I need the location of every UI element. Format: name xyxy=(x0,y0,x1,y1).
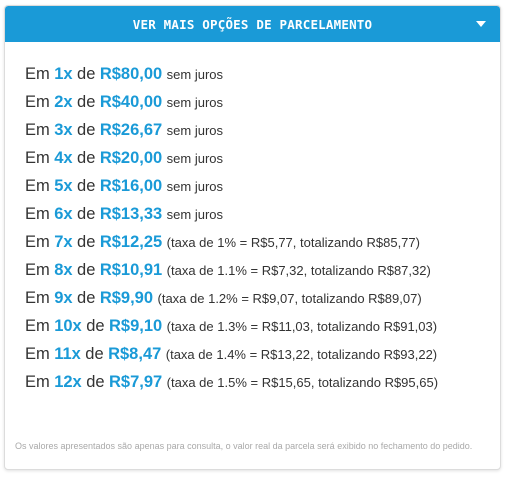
installment-of: de xyxy=(85,345,104,363)
installment-details: sem juros xyxy=(166,123,224,138)
installment-of: de xyxy=(77,93,96,111)
installment-row-3x: Em 3x de R$26,67 sem juros xyxy=(25,116,500,144)
installment-count: 4x xyxy=(54,149,73,167)
installment-details: sem juros xyxy=(166,151,224,166)
installment-row-10x: Em 10x de R$9,10 (taxa de 1.3% = R$11,03… xyxy=(25,312,500,340)
installment-details: (taxa de 1% = R$5,77, totalizando R$85,7… xyxy=(166,235,420,250)
installment-of: de xyxy=(77,289,96,307)
installment-prefix: Em xyxy=(25,345,50,363)
installment-amount: R$10,91 xyxy=(99,261,163,279)
installment-prefix: Em xyxy=(25,373,50,391)
installments-toggle-title: VER MAIS OPÇÕES DE PARCELAMENTO xyxy=(132,16,373,32)
installment-amount: R$16,00 xyxy=(99,177,163,195)
installment-details: sem juros xyxy=(166,207,224,222)
caret-down-icon xyxy=(476,21,486,27)
installment-details: sem juros xyxy=(166,67,224,82)
installments-toggle-header[interactable]: VER MAIS OPÇÕES DE PARCELAMENTO xyxy=(5,6,500,42)
installment-amount: R$26,67 xyxy=(99,121,163,139)
installment-prefix: Em xyxy=(25,289,50,307)
installment-row-5x: Em 5x de R$16,00 sem juros xyxy=(25,172,500,200)
installment-prefix: Em xyxy=(25,149,50,167)
installment-of: de xyxy=(77,65,96,83)
installment-of: de xyxy=(77,261,96,279)
installment-prefix: Em xyxy=(25,65,50,83)
installment-prefix: Em xyxy=(25,177,50,195)
installment-count: 6x xyxy=(54,205,73,223)
installment-row-6x: Em 6x de R$13,33 sem juros xyxy=(25,200,500,228)
installment-of: de xyxy=(77,177,96,195)
installment-count: 11x xyxy=(54,345,81,363)
installment-amount: R$20,00 xyxy=(99,149,163,167)
installment-details: sem juros xyxy=(166,179,224,194)
installment-count: 7x xyxy=(54,233,73,251)
installment-count: 2x xyxy=(54,93,73,111)
installment-amount: R$12,25 xyxy=(99,233,163,251)
installment-prefix: Em xyxy=(25,261,50,279)
disclaimer-text: Os valores apresentados são apenas para … xyxy=(15,441,473,451)
installment-of: de xyxy=(77,205,96,223)
installment-details: (taxa de 1.4% = R$13,22, totalizando R$9… xyxy=(165,347,438,362)
installment-amount: R$8,47 xyxy=(108,345,162,363)
installment-prefix: Em xyxy=(25,233,50,251)
installment-prefix: Em xyxy=(25,205,50,223)
installment-amount: R$9,10 xyxy=(109,317,163,335)
installments-panel: VER MAIS OPÇÕES DE PARCELAMENTO Em 1x de… xyxy=(4,5,501,470)
installment-prefix: Em xyxy=(25,121,50,139)
installment-row-8x: Em 8x de R$10,91 (taxa de 1.1% = R$7,32,… xyxy=(25,256,500,284)
installment-of: de xyxy=(77,121,96,139)
installment-count: 3x xyxy=(54,121,73,139)
installment-row-12x: Em 12x de R$7,97 (taxa de 1.5% = R$15,65… xyxy=(25,368,500,396)
installment-row-7x: Em 7x de R$12,25 (taxa de 1% = R$5,77, t… xyxy=(25,228,500,256)
installment-row-4x: Em 4x de R$20,00 sem juros xyxy=(25,144,500,172)
installment-list: Em 1x de R$80,00 sem juros Em 2x de R$40… xyxy=(5,42,500,396)
installment-row-11x: Em 11x de R$8,47 (taxa de 1.4% = R$13,22… xyxy=(25,340,500,368)
installment-count: 12x xyxy=(54,373,82,391)
installment-prefix: Em xyxy=(25,93,50,111)
installment-row-1x: Em 1x de R$80,00 sem juros xyxy=(25,60,500,88)
installment-count: 10x xyxy=(54,317,82,335)
installment-amount: R$7,97 xyxy=(109,373,163,391)
installment-count: 5x xyxy=(54,177,73,195)
installment-amount: R$40,00 xyxy=(99,93,163,111)
installment-amount: R$9,90 xyxy=(99,289,154,307)
installment-count: 1x xyxy=(54,65,73,83)
installment-details: (taxa de 1.2% = R$9,07, totalizando R$89… xyxy=(157,291,422,306)
installment-details: (taxa de 1.5% = R$15,65, totalizando R$9… xyxy=(166,375,439,390)
installment-of: de xyxy=(77,233,96,251)
installment-details: sem juros xyxy=(166,95,224,110)
installment-prefix: Em xyxy=(25,317,50,335)
installment-of: de xyxy=(86,373,105,391)
installment-amount: R$13,33 xyxy=(99,205,163,223)
installment-of: de xyxy=(77,149,96,167)
installment-count: 8x xyxy=(54,261,73,279)
installment-row-9x: Em 9x de R$9,90 (taxa de 1.2% = R$9,07, … xyxy=(25,284,500,312)
installment-of: de xyxy=(86,317,105,335)
installment-count: 9x xyxy=(54,289,73,307)
installment-details: (taxa de 1.1% = R$7,32, totalizando R$87… xyxy=(166,263,431,278)
installment-amount: R$80,00 xyxy=(99,65,163,83)
installment-details: (taxa de 1.3% = R$11,03, totalizando R$9… xyxy=(166,319,438,334)
installment-row-2x: Em 2x de R$40,00 sem juros xyxy=(25,88,500,116)
